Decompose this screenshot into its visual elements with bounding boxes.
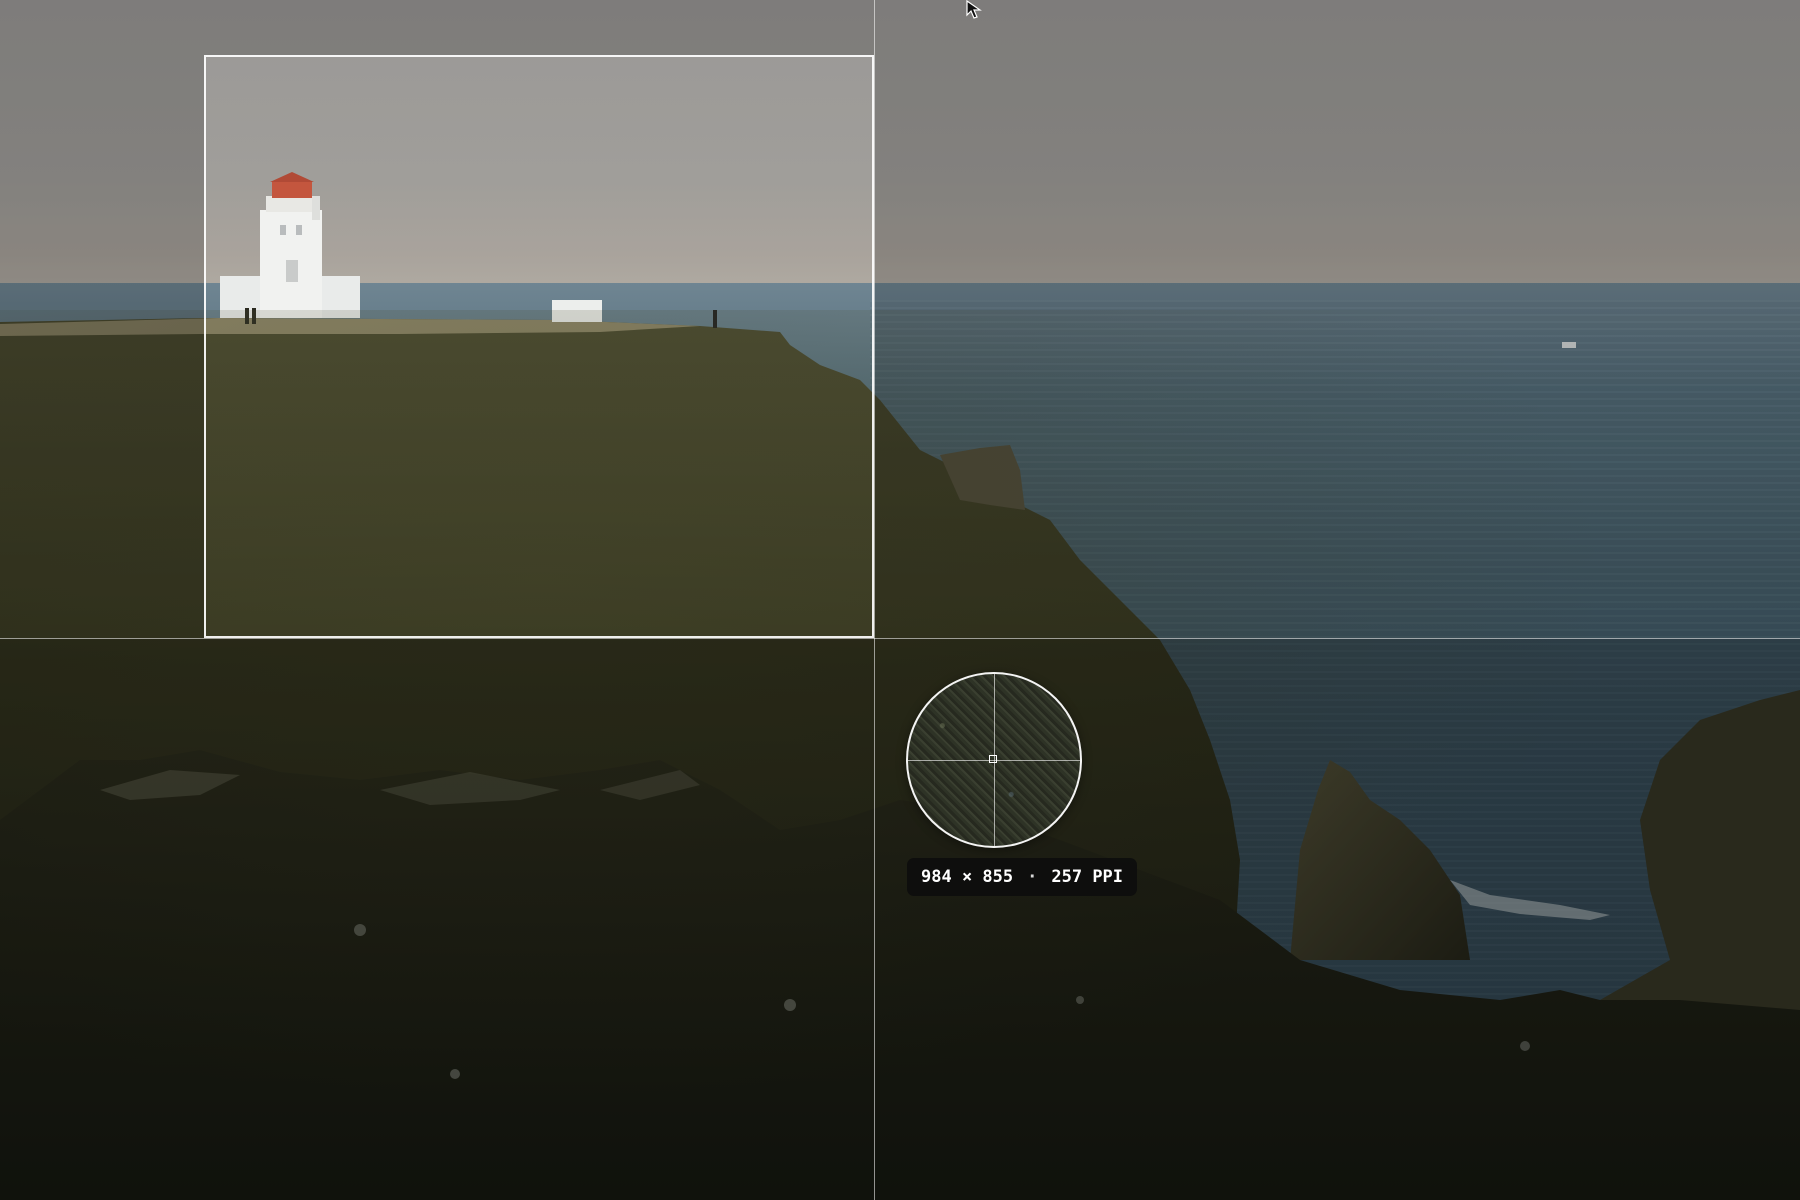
readout-separator: · bbox=[1027, 867, 1038, 887]
dimension-readout: 984 × 855 · 257 PPI bbox=[907, 858, 1138, 896]
crosshair-square-icon bbox=[989, 755, 997, 763]
selection-dim-top bbox=[0, 0, 1800, 55]
crosshair-guide-vertical bbox=[874, 0, 875, 1200]
selection-dim-right bbox=[874, 55, 1800, 638]
selection-rectangle[interactable] bbox=[204, 55, 874, 638]
selection-dim-bottom bbox=[0, 638, 1800, 1200]
selection-dimensions: 984 × 855 bbox=[921, 867, 1014, 887]
arrow-cursor-icon bbox=[966, 0, 982, 19]
selection-dim-left bbox=[0, 55, 204, 638]
resolution-ppi: 257 PPI bbox=[1051, 867, 1124, 887]
magnifier-loupe bbox=[906, 672, 1082, 848]
crosshair-guide-horizontal bbox=[0, 638, 1800, 639]
